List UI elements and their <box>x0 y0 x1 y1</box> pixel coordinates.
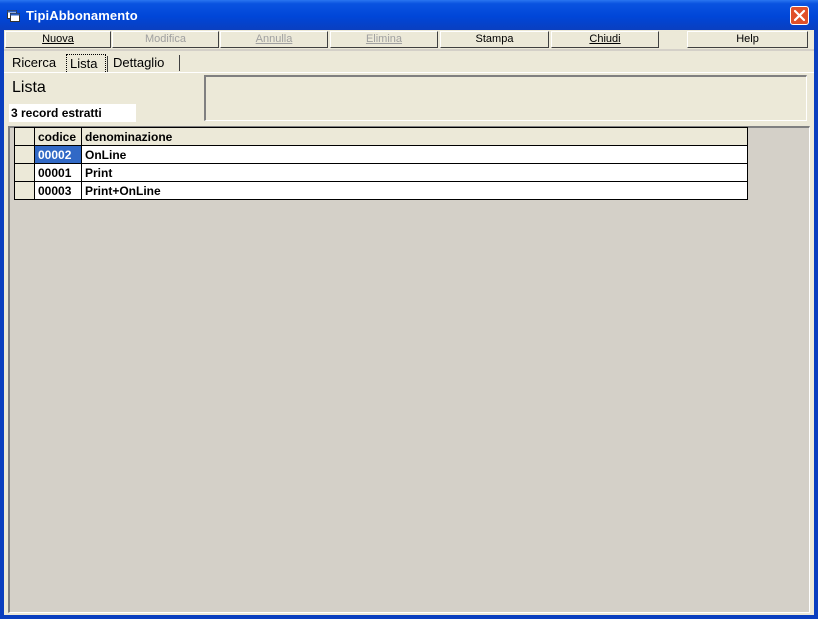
table-row[interactable]: 00003 Print+OnLine <box>14 181 748 200</box>
client-area: Nuova Modifica Annulla Elimina Stampa Ch… <box>4 30 814 615</box>
grid-header-row: codice denominazione <box>14 127 748 146</box>
tab-strip-border <box>4 72 814 73</box>
nuova-button-label: Nuova <box>42 33 74 45</box>
chiudi-button-label: Chiudi <box>589 33 621 45</box>
app-window-icon <box>7 9 20 22</box>
row-selector[interactable] <box>14 163 35 182</box>
close-button[interactable] <box>790 6 809 25</box>
tab-lista-label: Lista <box>70 56 98 71</box>
cell-codice[interactable]: 00002 <box>34 145 82 164</box>
table-row[interactable]: 00002 OnLine <box>14 145 748 164</box>
tab-divider <box>107 56 108 72</box>
stampa-button[interactable]: Stampa <box>440 31 549 48</box>
info-panel <box>204 75 807 121</box>
chiudi-button[interactable]: Chiudi <box>551 31 659 48</box>
close-icon <box>793 9 806 22</box>
tab-lista[interactable]: Lista <box>66 54 108 72</box>
column-header-denominazione[interactable]: denominazione <box>81 127 748 146</box>
tab-ricerca-label: Ricerca <box>12 55 57 70</box>
title-bar[interactable]: TipiAbbonamento <box>0 0 818 30</box>
cell-denominazione[interactable]: OnLine <box>81 145 748 164</box>
tab-dettaglio[interactable]: Dettaglio <box>110 54 180 72</box>
modifica-button-label: Modifica <box>145 33 186 45</box>
help-button-label: Help <box>736 33 759 45</box>
toolbar-separator <box>4 49 814 51</box>
tab-dettaglio-label: Dettaglio <box>113 55 165 70</box>
help-button[interactable]: Help <box>687 31 808 48</box>
tab-ricerca[interactable]: Ricerca <box>9 54 66 72</box>
cell-codice[interactable]: 00001 <box>34 163 82 182</box>
section-title: Lista <box>12 79 46 96</box>
stampa-button-label: Stampa <box>475 33 514 45</box>
window-title: TipiAbbonamento <box>26 8 138 23</box>
cell-codice[interactable]: 00003 <box>34 181 82 200</box>
row-selector[interactable] <box>14 145 35 164</box>
annulla-button[interactable]: Annulla <box>220 31 328 48</box>
row-selector[interactable] <box>14 181 35 200</box>
elimina-button-label: Elimina <box>365 33 403 45</box>
nuova-button[interactable]: Nuova <box>5 31 111 48</box>
elimina-button[interactable]: Elimina <box>330 31 438 48</box>
row-header-corner[interactable] <box>14 127 35 146</box>
tab-divider <box>179 55 180 71</box>
column-header-codice[interactable]: codice <box>34 127 82 146</box>
modifica-button[interactable]: Modifica <box>112 31 219 48</box>
annulla-button-label: Annulla <box>255 33 293 45</box>
cell-denominazione[interactable]: Print <box>81 163 748 182</box>
record-count: 3 record estratti <box>9 104 136 122</box>
cell-denominazione[interactable]: Print+OnLine <box>81 181 748 200</box>
data-grid: codice denominazione 00002 OnLine 00001 … <box>14 127 748 200</box>
data-grid-area[interactable]: codice denominazione 00002 OnLine 00001 … <box>8 126 810 613</box>
app-window: TipiAbbonamento Nuova Modifica Annulla E… <box>0 0 818 619</box>
table-row[interactable]: 00001 Print <box>14 163 748 182</box>
